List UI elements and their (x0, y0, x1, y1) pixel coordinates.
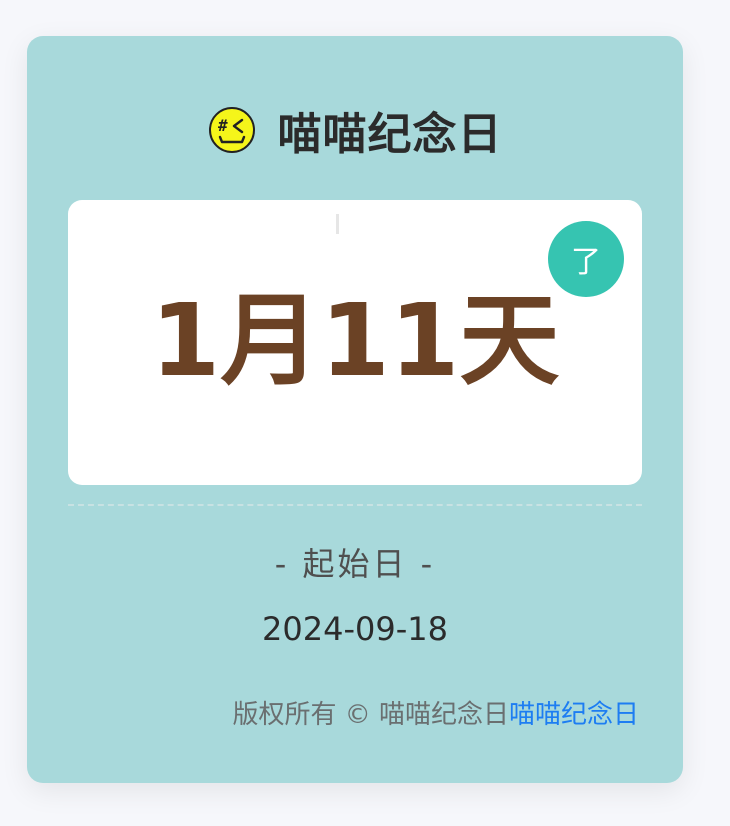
wink-face-icon: # (208, 107, 255, 153)
elapsed-time: 1月11天 (150, 282, 560, 399)
anniversary-card: # 喵喵纪念日 了 1月11天 - 起始日 - 2024-09-18 版权所有 … (27, 36, 683, 783)
start-date-label: - 起始日 - (274, 545, 436, 583)
start-date-value: 2024-09-18 (262, 610, 448, 648)
page-title: 喵喵纪念日 (277, 109, 503, 160)
footer: 版权所有 © 喵喵纪念日喵喵纪念日 (232, 694, 639, 731)
counter-panel: 了 1月11天 (68, 200, 642, 485)
footer-link[interactable]: 喵喵纪念日 (509, 700, 639, 730)
card-header: # 喵喵纪念日 (27, 100, 683, 160)
copyright-text: 版权所有 © 喵喵纪念日 (232, 700, 509, 730)
panel-marker (336, 214, 339, 234)
svg-text:#: # (218, 116, 228, 135)
dashed-divider (68, 504, 642, 506)
